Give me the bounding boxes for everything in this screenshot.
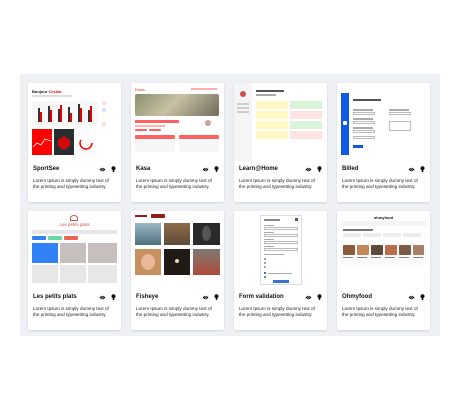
banner-image: [135, 94, 219, 116]
project-title: Learn@Home: [239, 166, 278, 172]
projects-grid: Bonjour Cecilia SportSee Lorem Ipsum is …: [28, 83, 432, 330]
project-card-les-petits-plats[interactable]: Les petits plats Les petits plats Lorem …: [28, 211, 121, 330]
photo-4: [135, 249, 161, 275]
github-icon[interactable]: [317, 166, 322, 172]
thumb-logo: Les petits plats: [59, 222, 90, 227]
project-thumbnail: [234, 211, 327, 289]
photo-6: [193, 249, 220, 275]
thumb-logo: Kasa: [135, 87, 145, 92]
score-chart: [76, 129, 96, 155]
github-icon[interactable]: [111, 294, 116, 300]
eye-icon[interactable]: [202, 295, 209, 300]
photo-3: [193, 223, 220, 245]
photo-5: [164, 249, 190, 275]
github-icon[interactable]: [317, 294, 322, 300]
project-title: Form validation: [239, 294, 284, 300]
project-card-fisheye[interactable]: Fisheye Lorem Ipsum is simply dummy text…: [131, 211, 224, 330]
project-title: Les petits plats: [33, 294, 77, 300]
project-title: Fisheye: [136, 294, 159, 300]
project-description: Lorem Ipsum is simply dummy text of the …: [239, 306, 315, 318]
eye-icon[interactable]: [99, 295, 106, 300]
activity-chart: [32, 101, 98, 125]
photo-2: [164, 223, 190, 245]
thumb-name: Cecilia: [48, 89, 62, 94]
eye-icon[interactable]: [408, 167, 415, 172]
project-description: Lorem Ipsum is simply dummy text of the …: [33, 306, 109, 318]
project-thumbnail: Kasa: [131, 83, 224, 161]
radar-chart: [54, 129, 74, 155]
github-icon[interactable]: [214, 166, 219, 172]
project-title: SportSee: [33, 166, 60, 172]
photo-1: [135, 223, 161, 245]
form-modal: [260, 215, 302, 285]
project-description: Lorem Ipsum is simply dummy text of the …: [136, 306, 212, 318]
project-title: Ohmyfood: [342, 294, 372, 300]
project-card-kasa[interactable]: Kasa Kasa Lorem Ipsum is simply dummy te…: [131, 83, 224, 202]
eye-icon[interactable]: [305, 295, 312, 300]
project-thumbnail: ohmyfood: [337, 211, 430, 289]
project-title: Billed: [342, 166, 359, 172]
thumb-heading: Bonjour: [32, 89, 48, 94]
project-description: Lorem Ipsum is simply dummy text of the …: [136, 178, 212, 190]
eye-icon[interactable]: [305, 167, 312, 172]
eye-icon[interactable]: [202, 167, 209, 172]
eye-icon[interactable]: [408, 295, 415, 300]
project-thumbnail: Les petits plats: [28, 211, 121, 289]
thumb-logo: ohmyfood: [373, 215, 394, 220]
project-card-billed[interactable]: Billed Lorem Ipsum is simply dummy text …: [337, 83, 430, 202]
project-title: Kasa: [136, 166, 151, 172]
project-thumbnail: [131, 211, 224, 289]
project-card-sportsee[interactable]: Bonjour Cecilia SportSee Lorem Ipsum is …: [28, 83, 121, 202]
projects-panel: Bonjour Cecilia SportSee Lorem Ipsum is …: [20, 74, 440, 336]
host-avatar: [205, 120, 211, 126]
avatar: [240, 91, 246, 97]
project-description: Lorem Ipsum is simply dummy text of the …: [33, 178, 109, 190]
project-thumbnail: [337, 83, 430, 161]
project-description: Lorem Ipsum is simply dummy text of the …: [342, 306, 418, 318]
project-thumbnail: Bonjour Cecilia: [28, 83, 121, 161]
project-card-ohmyfood[interactable]: ohmyfood Ohmyfood Lorem Ipsum is simply …: [337, 211, 430, 330]
github-icon[interactable]: [214, 294, 219, 300]
project-card-learn-at-home[interactable]: Learn@Home Lorem Ipsum is simply dummy t…: [234, 83, 327, 202]
project-description: Lorem Ipsum is simply dummy text of the …: [342, 178, 418, 190]
github-icon[interactable]: [420, 166, 425, 172]
github-icon[interactable]: [111, 166, 116, 172]
project-card-form-validation[interactable]: Form validation Lorem Ipsum is simply du…: [234, 211, 327, 330]
project-thumbnail: [234, 83, 327, 161]
eye-icon[interactable]: [99, 167, 106, 172]
github-icon[interactable]: [420, 294, 425, 300]
average-session-chart: [32, 129, 52, 155]
project-description: Lorem Ipsum is simply dummy text of the …: [239, 178, 315, 190]
